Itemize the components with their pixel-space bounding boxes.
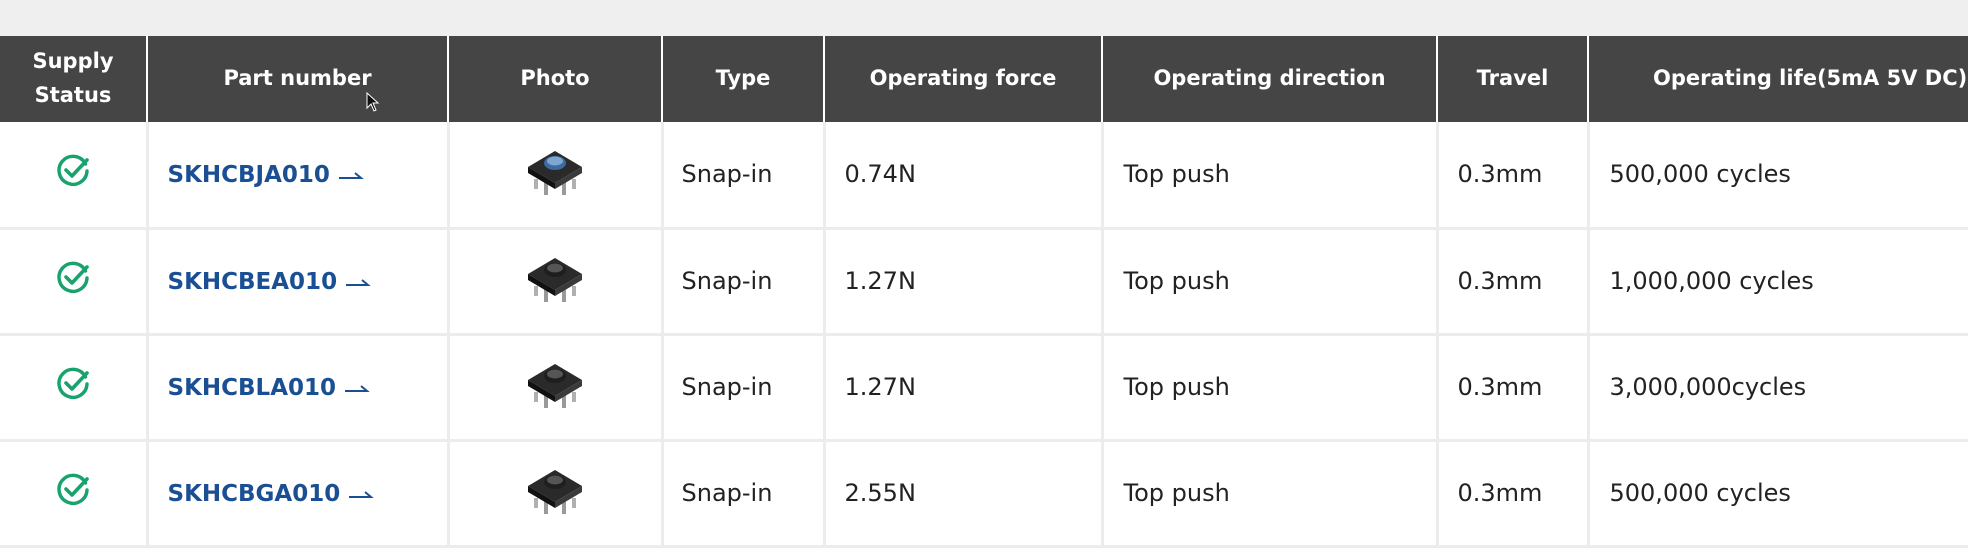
- operating-direction-cell: Top push: [1102, 228, 1439, 336]
- table-row: SKHCBEA010 Snap-in 1.27N Top push 0.3mm …: [0, 228, 1968, 336]
- header-supply-status[interactable]: Supply Status: [0, 36, 148, 122]
- supply-status-cell: [0, 122, 149, 230]
- type-cell: Snap-in: [662, 334, 826, 442]
- supply-status-cell: [0, 334, 149, 442]
- table-row: SKHCBLA010 Snap-in 1.27N Top push 0.3mm …: [0, 334, 1968, 442]
- table-row: SKHCBGA010 Snap-in 2.55N Top push 0.3mm …: [0, 440, 1968, 548]
- operating-force-cell: 1.27N: [824, 334, 1104, 442]
- part-number-link[interactable]: SKHCBLA010: [168, 375, 371, 401]
- photo-cell: [448, 334, 664, 442]
- operating-force-cell: 2.55N: [824, 440, 1104, 548]
- product-photo[interactable]: [524, 258, 586, 312]
- table-row: SKHCBJA010 Snap-in 0.74N Top push 0.3mm …: [0, 122, 1968, 230]
- arrow-right-icon: [348, 481, 375, 507]
- header-travel[interactable]: Travel: [1437, 36, 1589, 122]
- arrow-right-icon: [344, 375, 370, 401]
- photo-cell: [448, 228, 664, 336]
- part-number-link[interactable]: SKHCBGA010: [168, 481, 375, 507]
- travel-cell: 0.3mm: [1437, 334, 1590, 442]
- operating-direction-cell: Top push: [1102, 334, 1439, 442]
- product-table: Supply Status Part number Photo Type Oper…: [0, 36, 1968, 548]
- product-photo[interactable]: [524, 151, 586, 205]
- operating-life-cell: 1,000,000 cycles: [1588, 228, 1968, 336]
- operating-force-cell: 0.74N: [824, 122, 1104, 230]
- header-row: Supply Status Part number Photo Type Oper…: [0, 36, 1968, 122]
- check-circle-icon: [55, 153, 91, 195]
- part-number-link[interactable]: SKHCBEA010: [168, 269, 372, 295]
- operating-life-cell: 500,000 cycles: [1588, 440, 1968, 548]
- operating-direction-cell: Top push: [1102, 122, 1439, 230]
- operating-life-cell: 3,000,000cycles: [1588, 334, 1968, 442]
- supply-status-cell: [0, 228, 149, 336]
- type-cell: Snap-in: [662, 122, 826, 230]
- operating-force-cell: 1.27N: [824, 228, 1104, 336]
- part-number-cell: SKHCBJA010: [147, 122, 450, 230]
- travel-cell: 0.3mm: [1437, 440, 1590, 548]
- header-operating-force[interactable]: Operating force: [824, 36, 1103, 122]
- arrow-right-icon: [345, 269, 371, 295]
- header-part-number[interactable]: Part number: [147, 36, 449, 122]
- supply-status-cell: [0, 440, 149, 548]
- header-photo: Photo: [448, 36, 663, 122]
- arrow-right-icon: [338, 162, 364, 188]
- product-table-container: Supply Status Part number Photo Type Oper…: [0, 36, 1968, 553]
- mouse-cursor-icon: [366, 91, 380, 116]
- photo-cell: [448, 440, 664, 548]
- product-photo[interactable]: [524, 364, 586, 418]
- photo-cell: [448, 122, 664, 230]
- operating-life-cell: 500,000 cycles: [1588, 122, 1968, 230]
- header-operating-life[interactable]: Operating life(5mA 5V DC): [1588, 36, 1968, 122]
- part-number-cell: SKHCBLA010: [147, 334, 450, 442]
- type-cell: Snap-in: [662, 440, 826, 548]
- travel-cell: 0.3mm: [1437, 228, 1590, 336]
- header-type[interactable]: Type: [662, 36, 825, 122]
- type-cell: Snap-in: [662, 228, 826, 336]
- part-number-cell: SKHCBGA010: [147, 440, 450, 548]
- product-photo[interactable]: [524, 470, 586, 524]
- check-circle-icon: [55, 472, 91, 514]
- check-circle-icon: [55, 366, 91, 408]
- check-circle-icon: [55, 260, 91, 302]
- part-number-cell: SKHCBEA010: [147, 228, 450, 336]
- part-number-link[interactable]: SKHCBJA010: [168, 162, 364, 188]
- header-operating-direction[interactable]: Operating direction: [1102, 36, 1438, 122]
- operating-direction-cell: Top push: [1102, 440, 1439, 548]
- travel-cell: 0.3mm: [1437, 122, 1590, 230]
